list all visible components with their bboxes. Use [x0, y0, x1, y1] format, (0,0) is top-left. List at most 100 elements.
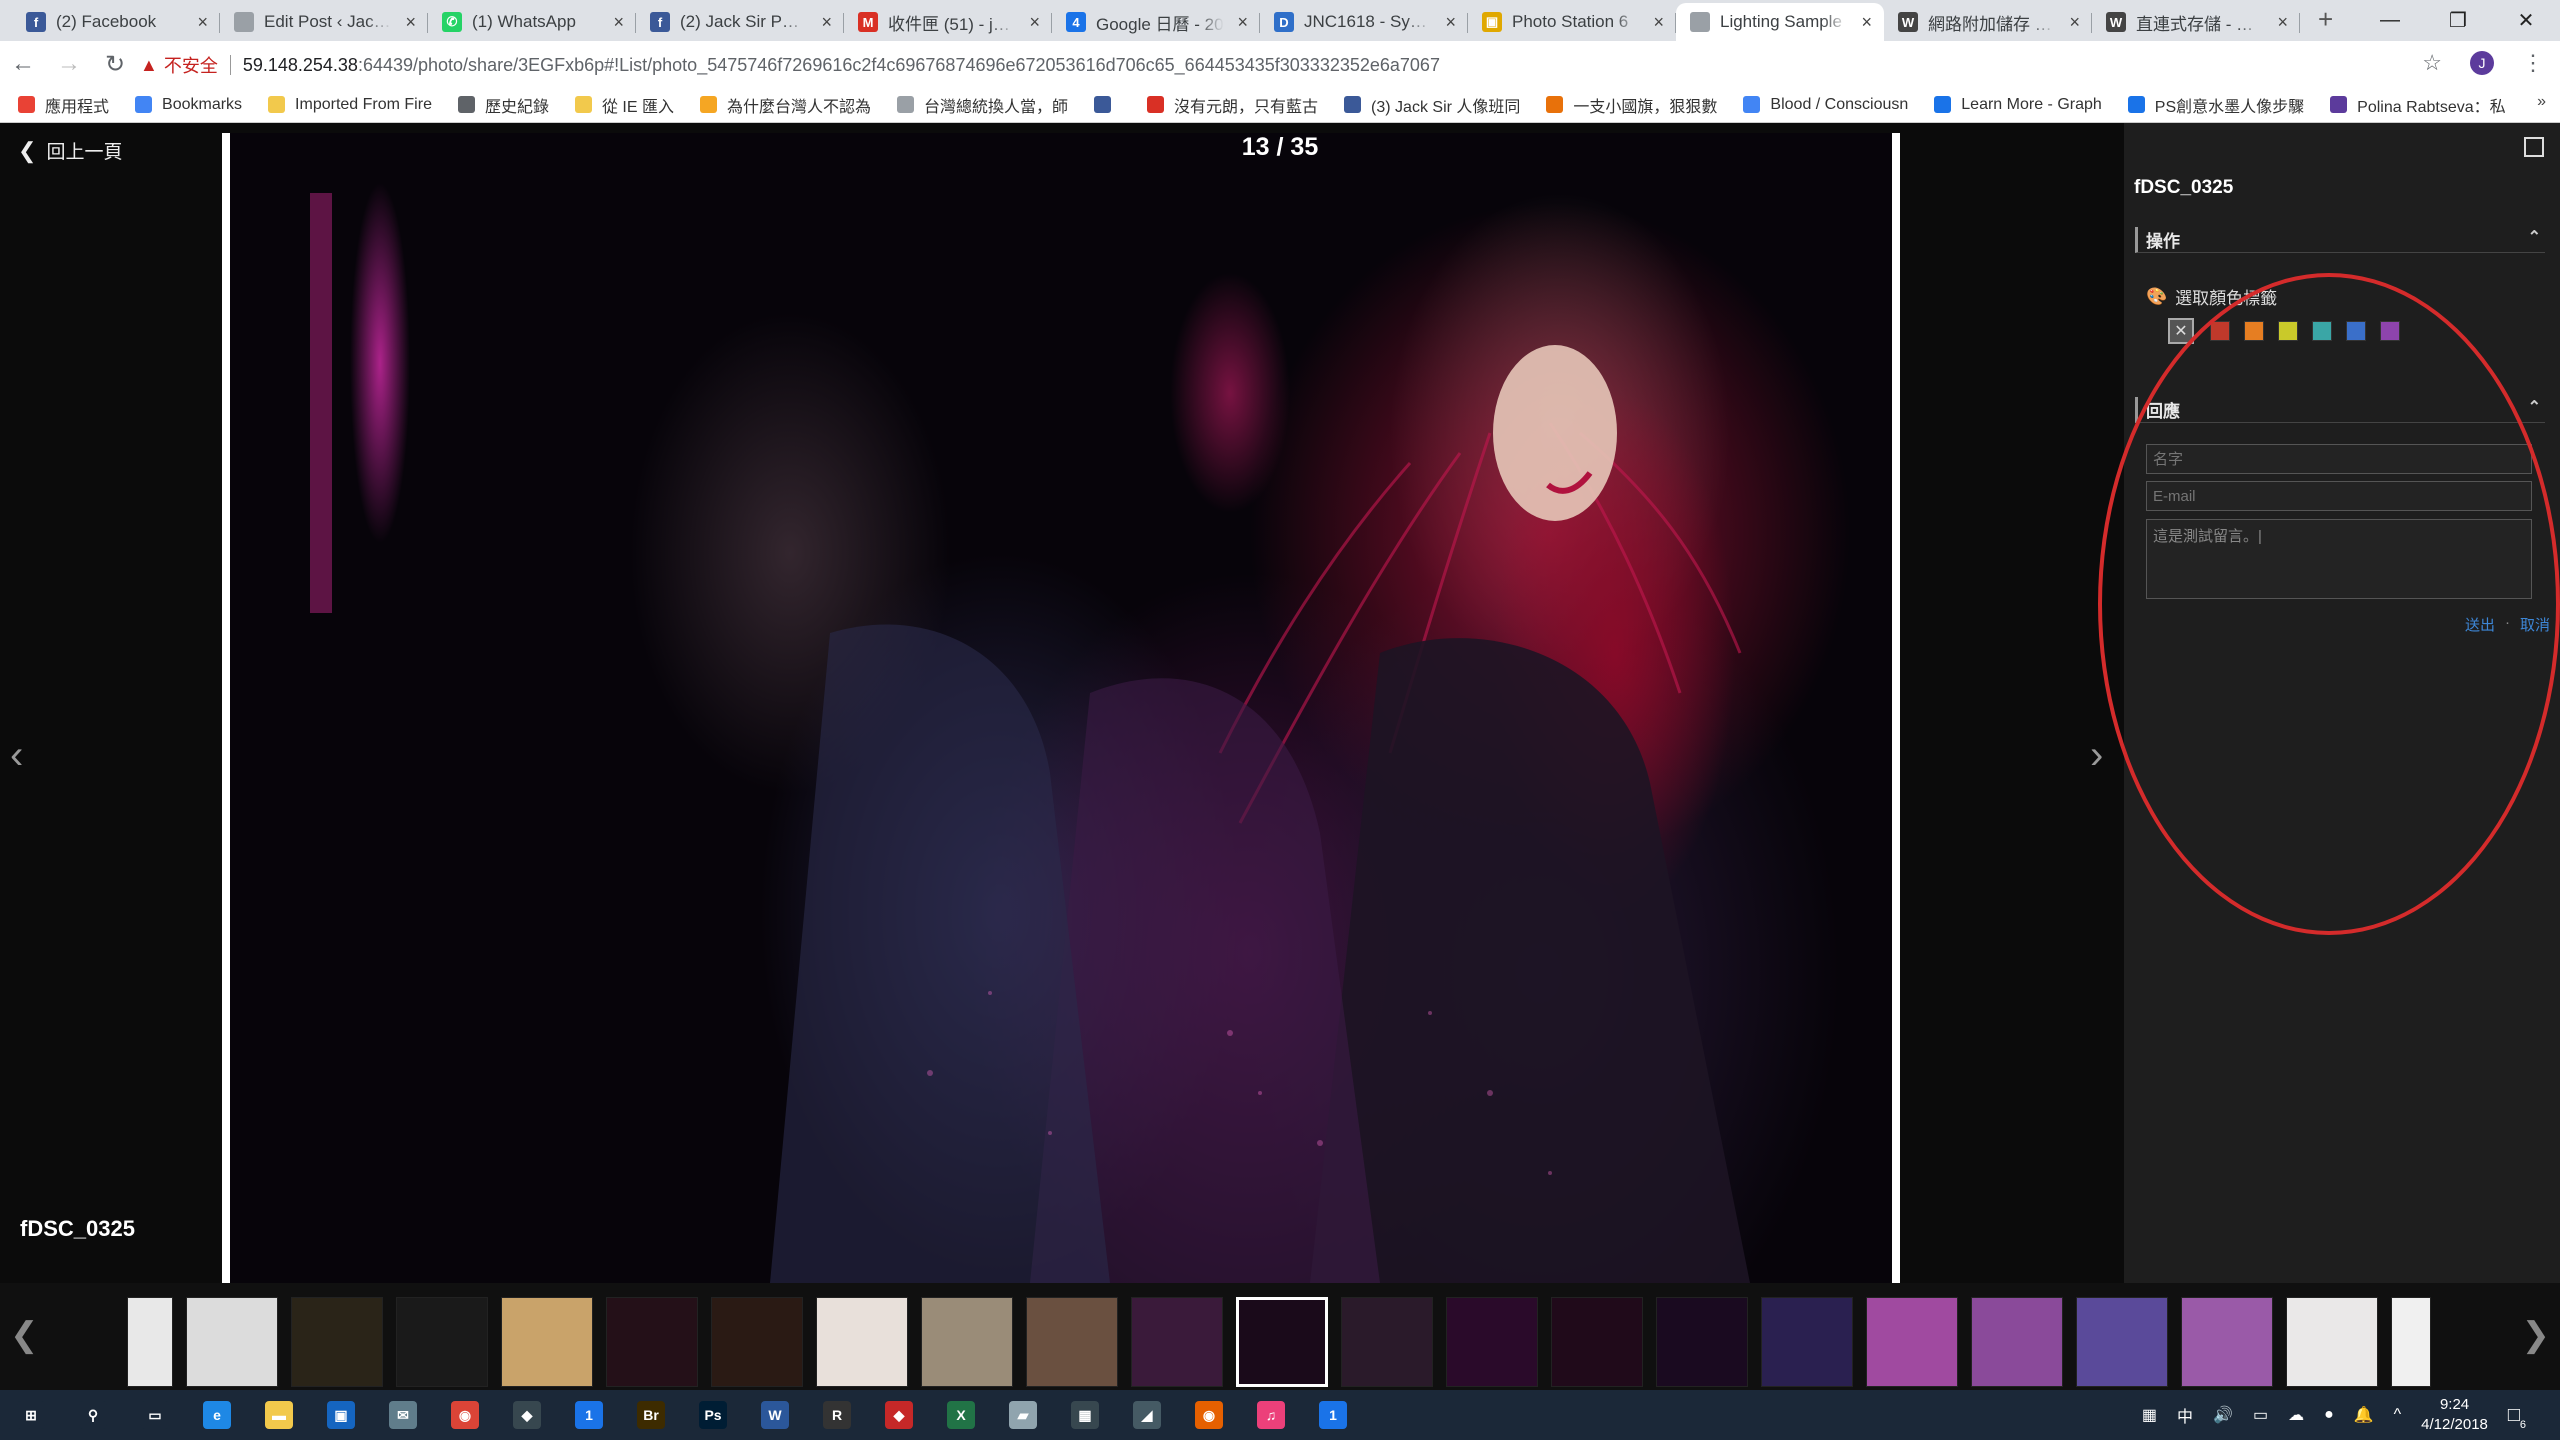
- taskbar-button[interactable]: 1: [558, 1390, 620, 1440]
- close-tab-icon[interactable]: ×: [1653, 12, 1664, 33]
- filmstrip-thumbnail[interactable]: [711, 1297, 803, 1387]
- tray-icon[interactable]: 中: [2177, 1403, 2193, 1427]
- close-tab-icon[interactable]: ×: [1029, 12, 1040, 33]
- filmstrip-thumbnail[interactable]: [1551, 1297, 1643, 1387]
- browser-tab[interactable]: ▣ Photo Station 6 ×: [1468, 3, 1676, 41]
- bookmark-item[interactable]: 應用程式: [18, 93, 109, 117]
- bookmark-item[interactable]: 台灣總統換人當，師: [897, 93, 1068, 117]
- browser-tab[interactable]: f (2) Jack Sir Photo ×: [636, 3, 844, 41]
- taskbar-button[interactable]: ◢: [1116, 1390, 1178, 1440]
- filmstrip-thumbnail[interactable]: [1656, 1297, 1748, 1387]
- taskbar-button[interactable]: ◆: [868, 1390, 930, 1440]
- browser-tab[interactable]: f (2) Facebook ×: [12, 3, 220, 41]
- back-arrow-icon[interactable]: ←: [0, 41, 46, 87]
- filmstrip-thumbnail[interactable]: [1341, 1297, 1433, 1387]
- tray-icon[interactable]: ☁: [2288, 1405, 2304, 1425]
- filmstrip-thumbnail[interactable]: [501, 1297, 593, 1387]
- filmstrip-thumbnail[interactable]: [396, 1297, 488, 1387]
- bookmark-item[interactable]: Imported From Fire: [268, 96, 432, 114]
- fullscreen-icon[interactable]: [2524, 137, 2544, 157]
- back-to-list-button[interactable]: ❮ 回上一頁: [18, 137, 122, 164]
- browser-tab[interactable]: Edit Post ‹ Jack Sir ×: [220, 3, 428, 41]
- browser-tab[interactable]: Lighting Sample ×: [1676, 3, 1884, 41]
- bookmark-item[interactable]: Learn More - Graph: [1934, 96, 2102, 114]
- bookmark-item[interactable]: Blood / Consciousn: [1743, 96, 1908, 114]
- filmstrip-thumbnail[interactable]: [606, 1297, 698, 1387]
- filmstrip-thumbnail[interactable]: [1446, 1297, 1538, 1387]
- bookmark-item[interactable]: 為什麼台灣人不認為: [700, 93, 871, 117]
- taskbar-button[interactable]: ▭: [124, 1390, 186, 1440]
- taskbar-button[interactable]: ▰: [992, 1390, 1054, 1440]
- tray-icon[interactable]: 🔔: [2354, 1405, 2374, 1425]
- previous-photo-arrow-icon[interactable]: ‹: [10, 733, 23, 778]
- taskbar-button[interactable]: Ps: [682, 1390, 744, 1440]
- taskbar-button[interactable]: Br: [620, 1390, 682, 1440]
- taskbar-button[interactable]: W: [744, 1390, 806, 1440]
- close-tab-icon[interactable]: ×: [613, 12, 624, 33]
- taskbar-button[interactable]: ▬: [248, 1390, 310, 1440]
- collapse-caret-icon[interactable]: ⌃: [2528, 227, 2541, 247]
- taskbar-button[interactable]: ♫: [1240, 1390, 1302, 1440]
- browser-tab[interactable]: 4 Google 日曆 - 20 ×: [1052, 3, 1260, 41]
- filmstrip-thumbnail[interactable]: [2391, 1297, 2431, 1387]
- filmstrip-thumbnail[interactable]: [2076, 1297, 2168, 1387]
- tray-icon[interactable]: ^: [2394, 1406, 2402, 1424]
- close-tab-icon[interactable]: ×: [1861, 12, 1872, 33]
- close-window-button[interactable]: ✕: [2492, 0, 2560, 40]
- bookmark-item[interactable]: PS創意水墨人像步驟: [2127, 93, 2304, 117]
- filmstrip-thumbnail[interactable]: [1236, 1297, 1328, 1387]
- taskbar-button[interactable]: ⊞: [0, 1390, 62, 1440]
- filmstrip-thumbnail[interactable]: [2181, 1297, 2273, 1387]
- menu-kebab-icon[interactable]: ⋮: [2522, 50, 2544, 76]
- close-tab-icon[interactable]: ×: [2069, 12, 2080, 33]
- close-tab-icon[interactable]: ×: [2277, 12, 2288, 33]
- new-tab-button[interactable]: +: [2300, 4, 2351, 41]
- reload-icon[interactable]: ↻: [92, 41, 138, 87]
- tray-icon[interactable]: ▦: [2142, 1405, 2157, 1425]
- browser-tab[interactable]: W 網路附加儲存 - 維 ×: [1884, 3, 2092, 41]
- filmstrip-next-icon[interactable]: ❯: [2522, 1315, 2551, 1355]
- tray-icon[interactable]: ●: [2324, 1406, 2334, 1424]
- bookmark-item[interactable]: (3) Jack Sir 人像班同: [1344, 93, 1520, 117]
- filmstrip-prev-icon[interactable]: ❮: [10, 1315, 39, 1355]
- taskbar-button[interactable]: R: [806, 1390, 868, 1440]
- forward-arrow-icon[interactable]: →: [46, 41, 92, 87]
- main-photo[interactable]: [230, 133, 1892, 1283]
- taskbar-button[interactable]: ▦: [1054, 1390, 1116, 1440]
- close-tab-icon[interactable]: ×: [197, 12, 208, 33]
- taskbar-button[interactable]: X: [930, 1390, 992, 1440]
- notification-center-icon[interactable]: □ 6: [2508, 1404, 2526, 1431]
- bookmark-item[interactable]: 從 IE 匯入: [574, 93, 674, 117]
- bookmark-item[interactable]: Bookmarks: [135, 96, 242, 114]
- tray-icon[interactable]: 🔊: [2213, 1405, 2233, 1425]
- filmstrip-thumbnail[interactable]: [1026, 1297, 1118, 1387]
- filmstrip-thumbnail[interactable]: [1131, 1297, 1223, 1387]
- browser-tab[interactable]: M 收件匣 (51) - jack ×: [844, 3, 1052, 41]
- bookmark-item[interactable]: 沒有元朗，只有藍古: [1147, 93, 1318, 117]
- profile-avatar[interactable]: J: [2470, 51, 2494, 75]
- filmstrip-thumbnail[interactable]: [1761, 1297, 1853, 1387]
- operations-section-header[interactable]: 操作 ⌃: [2135, 227, 2545, 253]
- browser-tab[interactable]: D JNC1618 - Synolo ×: [1260, 3, 1468, 41]
- taskbar-button[interactable]: ✉: [372, 1390, 434, 1440]
- filmstrip-thumbnail[interactable]: [1971, 1297, 2063, 1387]
- next-photo-arrow-icon[interactable]: ›: [2090, 733, 2103, 778]
- taskbar-button[interactable]: e: [186, 1390, 248, 1440]
- filmstrip-thumbnail[interactable]: [816, 1297, 908, 1387]
- filmstrip-thumbnail[interactable]: [291, 1297, 383, 1387]
- restore-button[interactable]: ❐: [2424, 0, 2492, 40]
- filmstrip-thumbnail[interactable]: [1866, 1297, 1958, 1387]
- filmstrip-thumbnail[interactable]: [921, 1297, 1013, 1387]
- close-tab-icon[interactable]: ×: [405, 12, 416, 33]
- close-tab-icon[interactable]: ×: [821, 12, 832, 33]
- taskbar-button[interactable]: ▣: [310, 1390, 372, 1440]
- collapse-caret-icon[interactable]: ⌃: [2528, 397, 2541, 417]
- bookmark-item[interactable]: [1094, 96, 1121, 113]
- filmstrip-thumbnail[interactable]: [127, 1297, 173, 1387]
- browser-tab[interactable]: W 直連式存儲 - 維基 ×: [2092, 3, 2300, 41]
- bookmark-item[interactable]: Polina Rabtseva：私: [2330, 93, 2506, 117]
- filmstrip-thumbnail[interactable]: [186, 1297, 278, 1387]
- browser-tab[interactable]: ✆ (1) WhatsApp ×: [428, 3, 636, 41]
- taskbar-button[interactable]: ◉: [1178, 1390, 1240, 1440]
- close-tab-icon[interactable]: ×: [1237, 12, 1248, 33]
